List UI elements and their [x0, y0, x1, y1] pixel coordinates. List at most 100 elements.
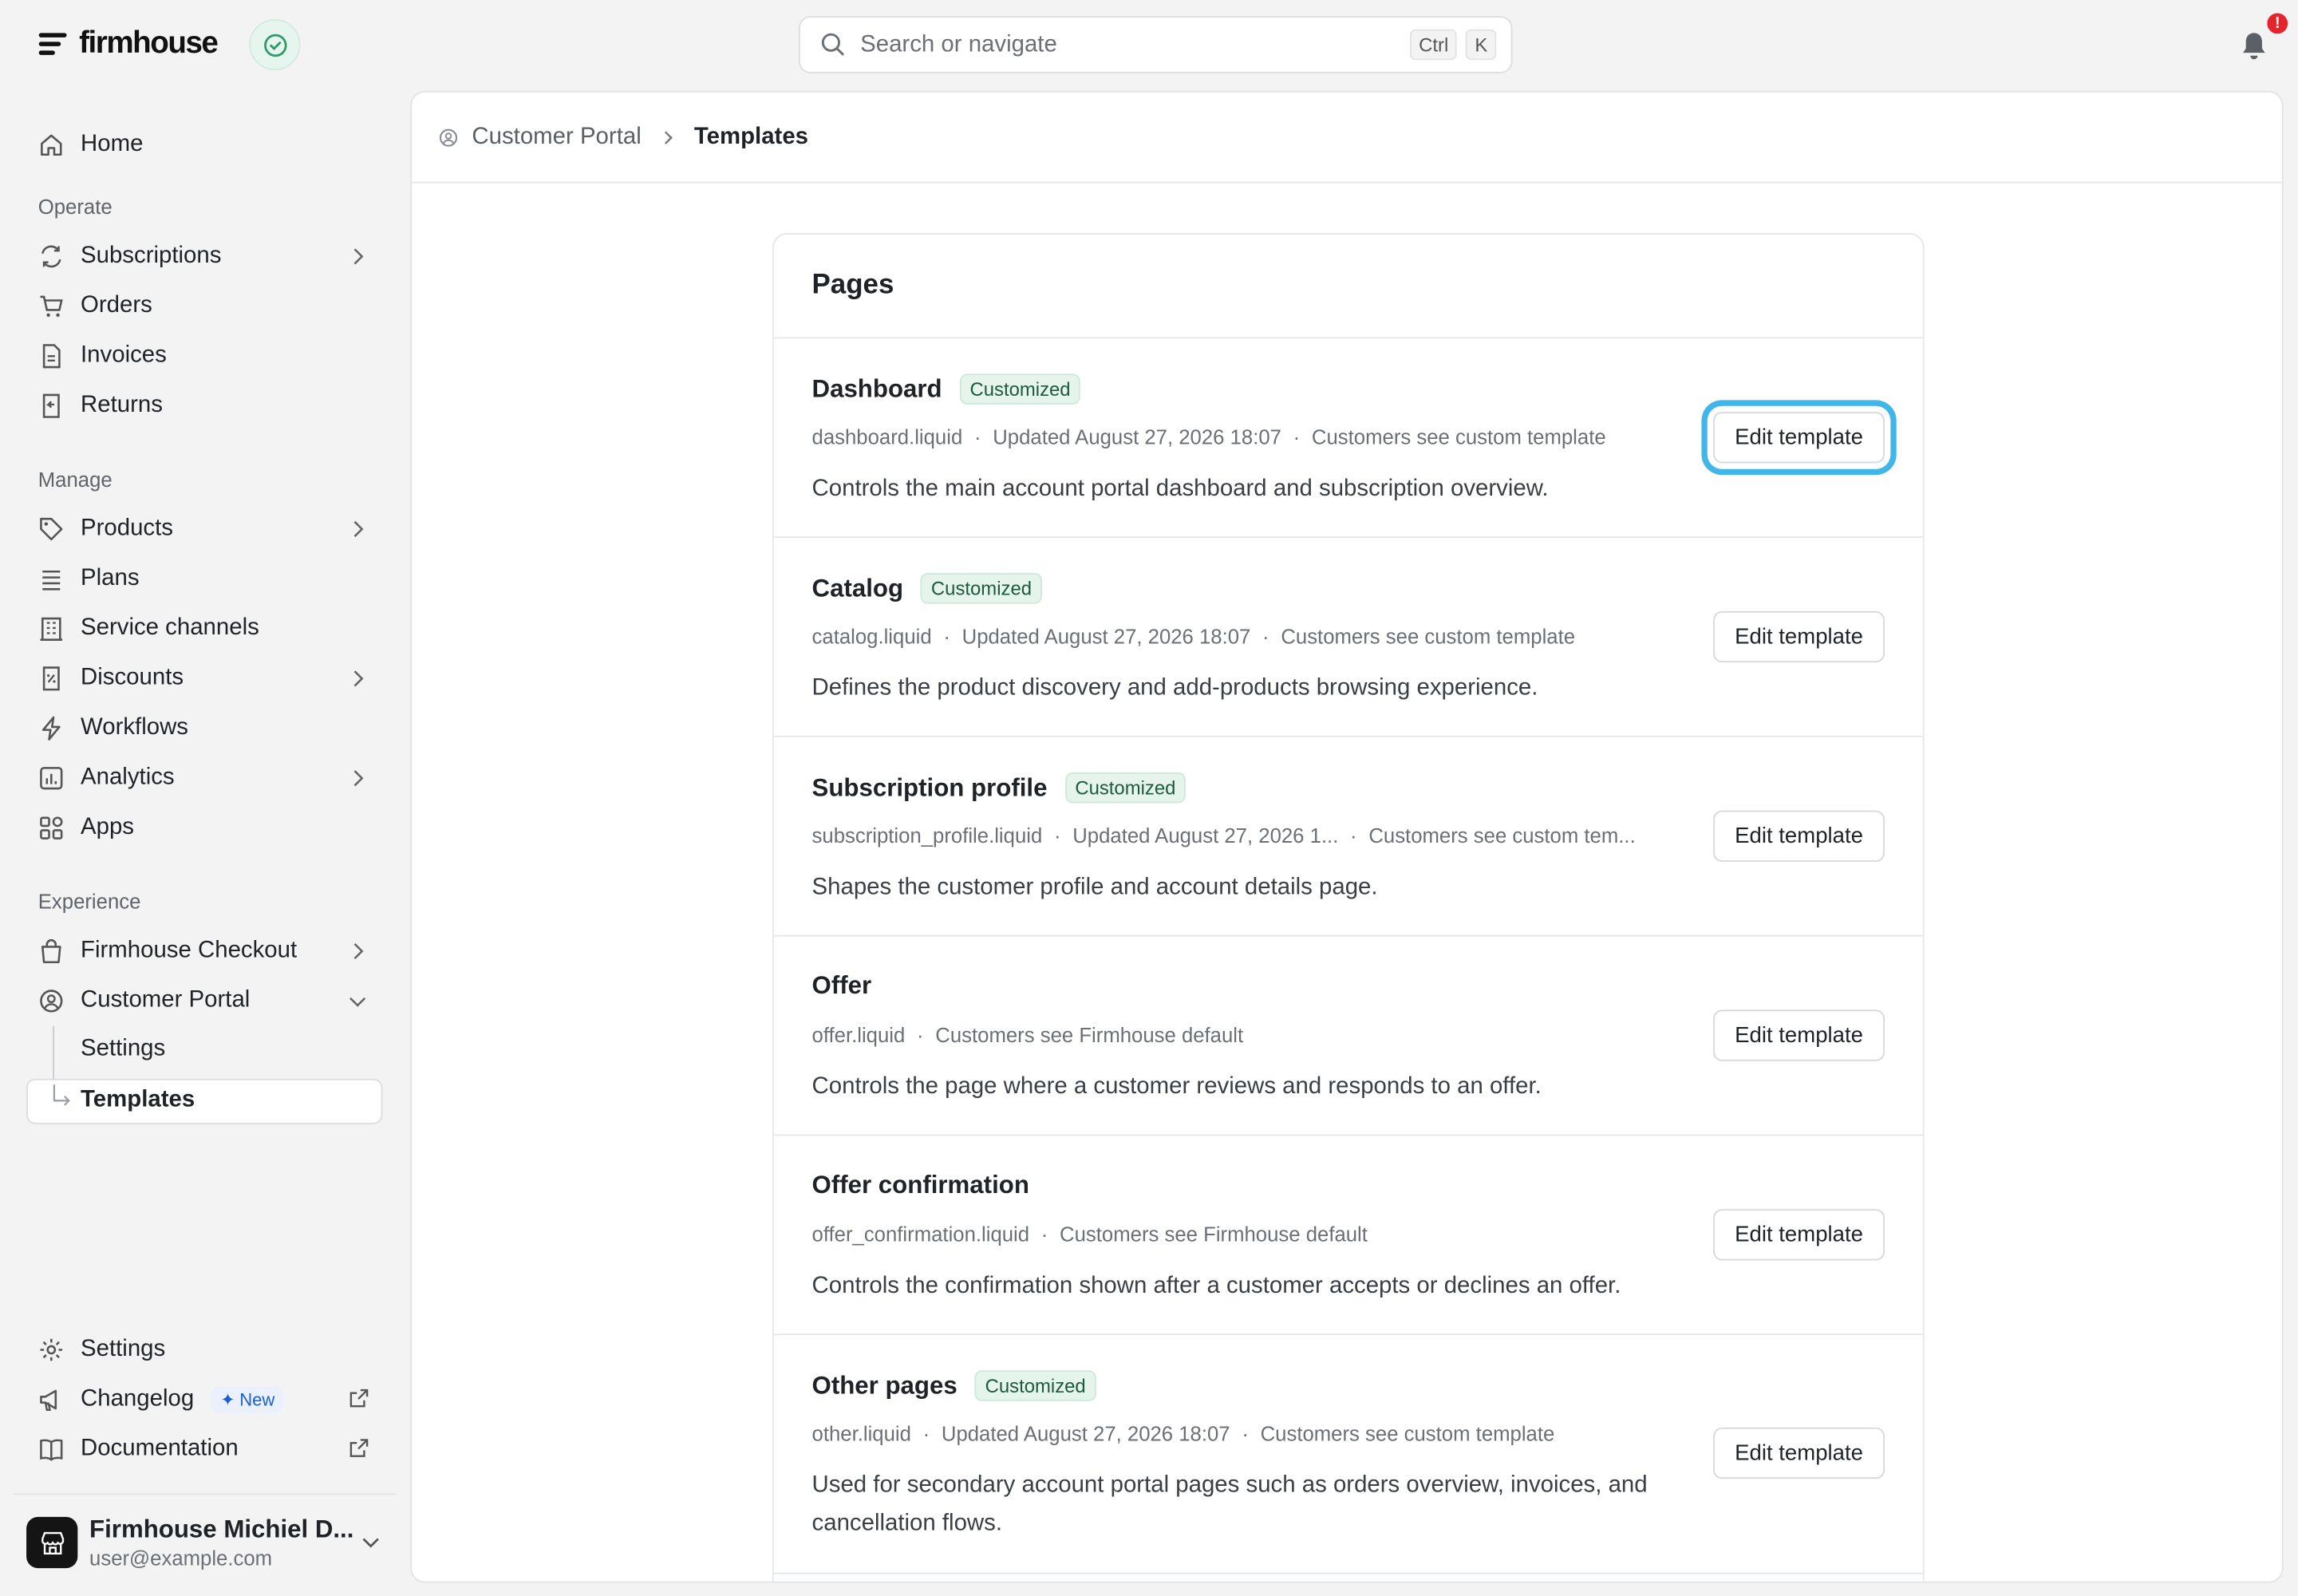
sidebar-label: Firmhouse Checkout [81, 938, 298, 963]
template-updated: Updated August 27, 2026 18:07 [961, 624, 1251, 648]
sidebar-item-subscriptions[interactable]: Subscriptions [38, 235, 381, 279]
sidebar-label: Changelog [81, 1386, 195, 1412]
sidebar-label: Analytics [81, 764, 175, 790]
template-description: Defines the product discovery and add-pr… [811, 675, 1538, 701]
sidebar-label: Documentation [81, 1436, 239, 1462]
submenu-arrow-icon [53, 1084, 70, 1106]
template-name: Dashboard [811, 374, 942, 403]
chart-icon [40, 767, 63, 790]
home-icon [41, 134, 62, 156]
refresh-icon [41, 245, 61, 268]
store-avatar [26, 1516, 78, 1569]
shortcut-ctrl: Ctrl [1410, 29, 1458, 61]
account-switcher[interactable]: Firmhouse Michiel D... user@example.com [13, 1493, 396, 1587]
sidebar-label: Home [81, 132, 144, 157]
sidebar-item-invoices[interactable]: Invoices [38, 334, 381, 378]
template-visibility: Customers see custom template [1281, 624, 1576, 648]
template-description: Shapes the customer profile and account … [811, 875, 1378, 900]
template-row-subscription-profile: Subscription profile Customized subscript… [773, 737, 1923, 937]
sidebar-label: Service channels [81, 615, 259, 641]
external-link-icon [349, 1389, 369, 1408]
customized-badge: Customized [959, 373, 1081, 405]
template-visibility: Customers see Firmhouse default [1060, 1222, 1368, 1246]
logo[interactable]: firmhouse [38, 26, 219, 61]
chevron-down-icon [349, 997, 366, 1007]
sidebar-item-changelog[interactable]: Changelog ✦ New [38, 1377, 381, 1421]
status-check-icon[interactable] [249, 18, 301, 71]
section-operate: Operate [38, 195, 113, 219]
cart-icon [40, 295, 63, 318]
store-icon [41, 1531, 64, 1555]
customized-badge: Customized [921, 573, 1042, 604]
template-file: offer.liquid [811, 1022, 906, 1047]
document-icon [42, 344, 61, 369]
sparkle-icon: ✦ [220, 1389, 235, 1410]
sidebar-label: Returns [81, 393, 163, 418]
pages-card: Pages Dashboard Customized dashboard.liqu… [772, 233, 1925, 1582]
template-name: Catalog [811, 574, 904, 602]
template-row-offer: Offer offer.liquid · Customers see Firmhou… [773, 937, 1923, 1136]
sidebar-item-home[interactable]: Home [38, 123, 381, 167]
search-input[interactable]: Search or navigate [860, 31, 1401, 57]
sidebar-label: Orders [81, 293, 152, 318]
megaphone-icon [40, 1389, 57, 1412]
shopping-bag-icon [41, 938, 61, 964]
external-link-icon [349, 1439, 369, 1457]
sidebar-item-customer-portal[interactable]: Customer Portal [38, 979, 381, 1023]
card-title: Pages [811, 269, 894, 301]
notification-badge: ! [2264, 10, 2291, 37]
sidebar-subitem-templates[interactable]: Templates [81, 1088, 195, 1114]
sidebar-item-workflows[interactable]: Workflows [38, 706, 381, 750]
account-name: Firmhouse Michiel D... [89, 1515, 354, 1543]
bell-icon[interactable] [2238, 30, 2270, 61]
sidebar-item-discounts[interactable]: Discounts [38, 657, 381, 701]
search-bar[interactable]: Search or navigate Ctrl K [799, 16, 1513, 73]
template-file: offer_confirmation.liquid [811, 1222, 1030, 1246]
sidebar-item-service-channels[interactable]: Service channels [38, 606, 381, 650]
customized-badge: Customized [974, 1370, 1096, 1401]
chevron-right-icon [353, 942, 364, 960]
template-visibility: Customers see custom template [1260, 1421, 1555, 1445]
edit-template-button[interactable]: Edit template [1713, 1009, 1885, 1061]
edit-template-button[interactable]: Edit template [1713, 412, 1885, 464]
gear-icon [40, 1338, 63, 1361]
sidebar-item-orders[interactable]: Orders [38, 284, 381, 328]
edit-template-button[interactable]: Edit template [1713, 1427, 1885, 1479]
sidebar-item-apps[interactable]: Apps [38, 806, 381, 850]
sidebar-label: Workflows [81, 715, 189, 741]
list-icon [42, 570, 61, 591]
edit-template-button[interactable]: Edit template [1713, 610, 1885, 663]
breadcrumb-parent[interactable]: Customer Portal [472, 124, 641, 150]
sidebar-item-plans[interactable]: Plans [38, 557, 381, 601]
sidebar-label: Discounts [81, 665, 184, 691]
sidebar-item-documentation[interactable]: Documentation [38, 1428, 381, 1472]
template-visibility: Customers see Firmhouse default [935, 1022, 1244, 1047]
chevron-right-icon [353, 770, 364, 787]
template-name: Offer [811, 971, 872, 1000]
user-circle-icon [439, 128, 458, 146]
chevron-right-icon [664, 130, 673, 144]
chevron-right-icon [353, 670, 364, 687]
section-manage: Manage [38, 467, 113, 492]
template-row-other-pages: Other pages Customized other.liquid · Updat… [773, 1335, 1923, 1574]
template-visibility: Customers see custom tem... [1368, 824, 1636, 847]
shortcut-k: K [1466, 29, 1497, 61]
customized-badge: Customized [1064, 772, 1187, 804]
sidebar-item-analytics[interactable]: Analytics [38, 757, 381, 800]
template-description: Used for secondary account portal pages … [811, 1472, 1648, 1536]
sidebar-item-returns[interactable]: Returns [38, 384, 381, 428]
logo-text: firmhouse [79, 26, 219, 61]
return-icon [42, 393, 60, 418]
template-description: Controls the page where a customer revie… [811, 1074, 1542, 1100]
new-badge: ✦ New [211, 1386, 284, 1413]
edit-template-button[interactable]: Edit template [1713, 810, 1885, 862]
sidebar-label: Apps [81, 815, 135, 840]
sidebar-item-settings[interactable]: Settings [38, 1328, 381, 1372]
sidebar-label: Plans [81, 565, 140, 591]
chevron-right-icon [353, 248, 364, 265]
sidebar-subitem-settings[interactable]: Settings [81, 1036, 165, 1062]
sidebar-item-products[interactable]: Products [38, 507, 381, 551]
template-row-dashboard: Dashboard Customized dashboard.liquid · Upd… [773, 338, 1923, 539]
edit-template-button[interactable]: Edit template [1713, 1209, 1885, 1261]
sidebar-item-firmhouse-checkout[interactable]: Firmhouse Checkout [38, 929, 381, 973]
